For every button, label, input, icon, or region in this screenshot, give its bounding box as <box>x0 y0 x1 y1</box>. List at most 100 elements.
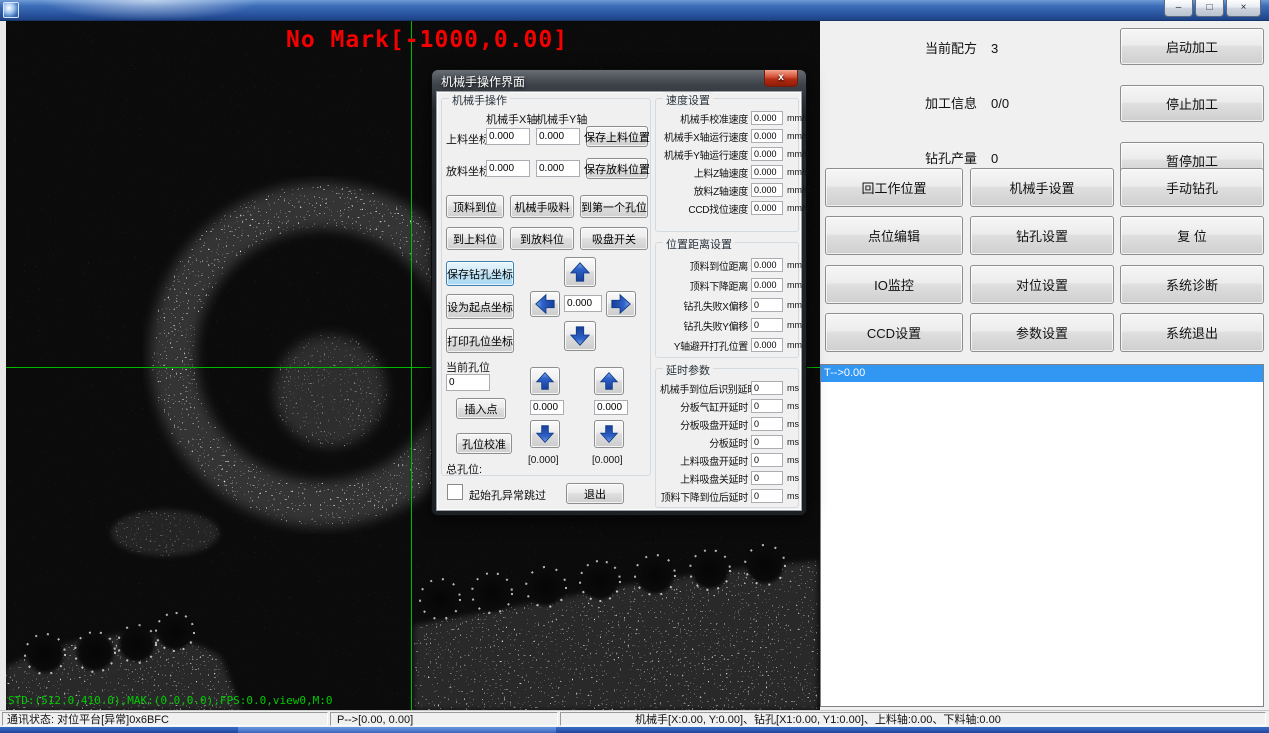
log-list-item-selected[interactable]: T-->0.00 <box>821 365 1263 382</box>
field-label: 上料Z轴速度 <box>660 165 748 180</box>
stop-processing-button[interactable]: 停止加工 <box>1120 85 1264 122</box>
recipe-label: 当前配方 <box>925 41 977 56</box>
load-y-input[interactable] <box>536 128 580 145</box>
dialog-close-icon[interactable]: x <box>764 70 798 87</box>
field-unit: mm/s <box>787 149 809 159</box>
return-work-position-button[interactable]: 回工作位置 <box>825 168 963 207</box>
drill-settings-button[interactable]: 钻孔设置 <box>970 216 1114 255</box>
skip-abnormal-hole-checkbox[interactable] <box>447 484 463 500</box>
alignment-settings-button[interactable]: 对位设置 <box>970 265 1114 304</box>
jog-down-button[interactable] <box>564 321 596 351</box>
push-arrive-distance-input[interactable] <box>751 258 783 272</box>
log-list[interactable]: T-->0.00 <box>820 364 1264 707</box>
main-window: – □ × <box>0 0 1269 733</box>
field-unit: ms <box>787 491 799 501</box>
save-unload-position-button[interactable]: 保存放料位置 <box>586 158 648 179</box>
load-vacuum-open-delay-input[interactable] <box>751 453 783 467</box>
app-icon <box>3 2 19 18</box>
push-descend-distance-input[interactable] <box>751 278 783 292</box>
taskbar-segment <box>238 727 556 733</box>
dialog-exit-button[interactable]: 退出 <box>566 483 624 504</box>
parameter-settings-button[interactable]: 参数设置 <box>970 313 1114 352</box>
insert-point-button[interactable]: 插入点 <box>456 398 506 419</box>
dialog-title[interactable]: 机械手操作界面 <box>441 73 525 90</box>
field-label: Y轴避开打孔位置 <box>660 338 748 353</box>
spin-a-down-button[interactable] <box>530 420 560 448</box>
spin-b-readout: [0.000] <box>592 455 623 466</box>
field-unit: ms <box>787 419 799 429</box>
current-hole-input[interactable] <box>446 374 490 391</box>
y-avoid-position-input[interactable] <box>751 338 783 352</box>
maximize-icon[interactable]: □ <box>1195 0 1224 17</box>
fail-y-offset-input[interactable] <box>751 318 783 332</box>
cylinder-open-delay-input[interactable] <box>751 399 783 413</box>
load-x-input[interactable] <box>486 128 530 145</box>
spin-a-input[interactable] <box>530 400 564 415</box>
delay-parameters-group: 延时参数 机械手到位后识别延时ms 分板气缸开延时ms 分板吸盘开延时ms 分板… <box>655 368 799 508</box>
first-hole-button[interactable]: 到第一个孔位 <box>580 195 648 218</box>
fail-x-offset-input[interactable] <box>751 298 783 312</box>
reset-button[interactable]: 复 位 <box>1120 216 1264 255</box>
push-descend-after-delay-input[interactable] <box>751 489 783 503</box>
set-origin-coord-button[interactable]: 设为起点坐标 <box>446 294 514 319</box>
field-label: 分板气缸开延时 <box>660 399 748 414</box>
field-unit: mm <box>787 340 802 350</box>
unload-z-speed-input[interactable] <box>751 183 783 197</box>
push-material-button[interactable]: 顶料到位 <box>446 195 504 218</box>
ccd-settings-button[interactable]: CCD设置 <box>825 313 963 352</box>
y-axis-column-header: 机械手Y轴 <box>536 111 587 127</box>
io-monitor-button[interactable]: IO监控 <box>825 265 963 304</box>
vacuum-switch-button[interactable]: 吸盘开关 <box>580 227 648 250</box>
spin-b-input[interactable] <box>594 400 628 415</box>
window-titlebar[interactable]: – □ × <box>0 0 1269 21</box>
y-run-speed-input[interactable] <box>751 147 783 161</box>
field-unit: mm <box>787 320 802 330</box>
to-unload-position-button[interactable]: 到放料位 <box>510 227 574 250</box>
unload-x-input[interactable] <box>486 160 530 177</box>
save-load-position-button[interactable]: 保存上料位置 <box>586 126 648 147</box>
robot-pick-button[interactable]: 机械手吸料 <box>510 195 574 218</box>
close-icon[interactable]: × <box>1226 0 1261 17</box>
jog-left-button[interactable] <box>530 291 560 317</box>
spin-b-up-button[interactable] <box>594 367 624 395</box>
system-exit-button[interactable]: 系统退出 <box>1120 313 1264 352</box>
load-z-speed-input[interactable] <box>751 165 783 179</box>
mark-status-overlay: No Mark[-1000,0.00] <box>286 27 568 53</box>
down-arrow-icon <box>599 424 619 444</box>
jog-right-button[interactable] <box>606 291 636 317</box>
point-edit-button[interactable]: 点位编辑 <box>825 216 963 255</box>
hole-calibration-button[interactable]: 孔位校准 <box>456 433 512 454</box>
position-distance-group: 位置距离设置 顶料到位距离mm 顶料下降距离mm 钻孔失败X偏移mm 钻孔失败Y… <box>655 242 799 358</box>
robot-settings-button[interactable]: 机械手设置 <box>970 168 1114 207</box>
minimize-icon[interactable]: – <box>1164 0 1193 17</box>
arrive-recognize-delay-input[interactable] <box>751 381 783 395</box>
board-split-delay-input[interactable] <box>751 435 783 449</box>
field-unit: mm/s <box>787 203 809 213</box>
calib-speed-input[interactable] <box>751 111 783 125</box>
spin-b-down-button[interactable] <box>594 420 624 448</box>
start-processing-button[interactable]: 启动加工 <box>1120 28 1264 65</box>
board-vacuum-open-delay-input[interactable] <box>751 417 783 431</box>
comm-status-cell: 通讯状态: 对位平台[异常]0x6BFC <box>2 712 328 726</box>
system-diagnosis-button[interactable]: 系统诊断 <box>1120 265 1264 304</box>
x-run-speed-input[interactable] <box>751 129 783 143</box>
field-label: 机械手到位后识别延时 <box>660 381 748 396</box>
field-label: CCD找位速度 <box>660 201 748 216</box>
down-arrow-icon <box>535 424 555 444</box>
spin-a-up-button[interactable] <box>530 367 560 395</box>
robot-operation-dialog: 机械手操作界面 x 机械手操作 机械手X轴 机械手Y轴 上料坐标 保存上料位置 … <box>432 70 806 515</box>
to-load-position-button[interactable]: 到上料位 <box>446 227 504 250</box>
manual-drill-button[interactable]: 手动钻孔 <box>1120 168 1264 207</box>
up-arrow-icon <box>569 261 591 283</box>
field-unit: mm/s <box>787 167 809 177</box>
jog-up-button[interactable] <box>564 257 596 287</box>
load-vacuum-close-delay-input[interactable] <box>751 471 783 485</box>
print-hole-coord-button[interactable]: 打印孔位坐标 <box>446 328 514 353</box>
field-label: 分板延时 <box>660 435 748 450</box>
unload-y-input[interactable] <box>536 160 580 177</box>
ccd-locate-speed-input[interactable] <box>751 201 783 215</box>
delay-parameters-group-title: 延时参数 <box>663 362 713 378</box>
save-drill-coord-button[interactable]: 保存钻孔坐标 <box>446 261 514 286</box>
down-arrow-icon <box>569 325 591 347</box>
jog-step-input[interactable] <box>564 295 602 312</box>
